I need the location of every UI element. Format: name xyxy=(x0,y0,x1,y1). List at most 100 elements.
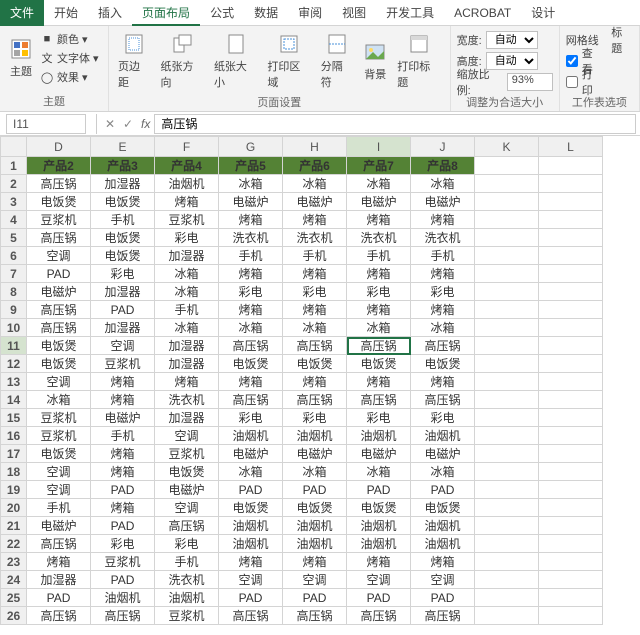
cell-K21[interactable] xyxy=(475,517,539,535)
cell-L22[interactable] xyxy=(539,535,603,553)
cell-G12[interactable]: 电饭煲 xyxy=(219,355,283,373)
row-header-1[interactable]: 1 xyxy=(1,157,27,175)
cell-L21[interactable] xyxy=(539,517,603,535)
cell-G7[interactable]: 烤箱 xyxy=(219,265,283,283)
cell-J2[interactable]: 冰箱 xyxy=(411,175,475,193)
cell-H17[interactable]: 电磁炉 xyxy=(283,445,347,463)
cell-H8[interactable]: 彩电 xyxy=(283,283,347,301)
cell-I7[interactable]: 烤箱 xyxy=(347,265,411,283)
cell-K9[interactable] xyxy=(475,301,539,319)
cell-J1[interactable]: 产品8 xyxy=(411,157,475,175)
col-header-I[interactable]: I xyxy=(347,137,411,157)
tab-home[interactable]: 开始 xyxy=(44,0,88,26)
cell-K16[interactable] xyxy=(475,427,539,445)
col-header-J[interactable]: J xyxy=(411,137,475,157)
cell-L20[interactable] xyxy=(539,499,603,517)
row-header-13[interactable]: 13 xyxy=(1,373,27,391)
cell-E14[interactable]: 烤箱 xyxy=(91,391,155,409)
cell-L18[interactable] xyxy=(539,463,603,481)
cell-I18[interactable]: 冰箱 xyxy=(347,463,411,481)
cell-F13[interactable]: 烤箱 xyxy=(155,373,219,391)
cell-E16[interactable]: 手机 xyxy=(91,427,155,445)
cell-D1[interactable]: 产品2 xyxy=(27,157,91,175)
cell-F7[interactable]: 冰箱 xyxy=(155,265,219,283)
cell-E22[interactable]: 彩电 xyxy=(91,535,155,553)
cell-K1[interactable] xyxy=(475,157,539,175)
cell-J25[interactable]: PAD xyxy=(411,589,475,607)
cell-J22[interactable]: 油烟机 xyxy=(411,535,475,553)
row-header-9[interactable]: 9 xyxy=(1,301,27,319)
themes-button[interactable]: 主题 xyxy=(6,35,36,81)
cell-I19[interactable]: PAD xyxy=(347,481,411,499)
cell-F20[interactable]: 空调 xyxy=(155,499,219,517)
row-header-2[interactable]: 2 xyxy=(1,175,27,193)
row-header-17[interactable]: 17 xyxy=(1,445,27,463)
cell-I15[interactable]: 彩电 xyxy=(347,409,411,427)
cell-K8[interactable] xyxy=(475,283,539,301)
col-header-D[interactable]: D xyxy=(27,137,91,157)
cell-J21[interactable]: 油烟机 xyxy=(411,517,475,535)
cell-G21[interactable]: 油烟机 xyxy=(219,517,283,535)
cell-F12[interactable]: 加湿器 xyxy=(155,355,219,373)
tab-insert[interactable]: 插入 xyxy=(88,0,132,26)
fx-icon[interactable]: fx xyxy=(137,117,154,131)
cell-D3[interactable]: 电饭煲 xyxy=(27,193,91,211)
row-header-12[interactable]: 12 xyxy=(1,355,27,373)
cell-J10[interactable]: 冰箱 xyxy=(411,319,475,337)
cell-D9[interactable]: 高压锅 xyxy=(27,301,91,319)
cell-E4[interactable]: 手机 xyxy=(91,211,155,229)
cell-L15[interactable] xyxy=(539,409,603,427)
cell-J23[interactable]: 烤箱 xyxy=(411,553,475,571)
cell-H24[interactable]: 空调 xyxy=(283,571,347,589)
cell-E12[interactable]: 豆浆机 xyxy=(91,355,155,373)
cell-D5[interactable]: 高压锅 xyxy=(27,229,91,247)
tab-developer[interactable]: 开发工具 xyxy=(376,0,444,26)
cell-H19[interactable]: PAD xyxy=(283,481,347,499)
cell-E25[interactable]: 油烟机 xyxy=(91,589,155,607)
cell-I25[interactable]: PAD xyxy=(347,589,411,607)
cell-K24[interactable] xyxy=(475,571,539,589)
cell-E8[interactable]: 加湿器 xyxy=(91,283,155,301)
cell-H25[interactable]: PAD xyxy=(283,589,347,607)
cell-K20[interactable] xyxy=(475,499,539,517)
cell-H4[interactable]: 烤箱 xyxy=(283,211,347,229)
cell-I17[interactable]: 电磁炉 xyxy=(347,445,411,463)
cell-I5[interactable]: 洗衣机 xyxy=(347,229,411,247)
cell-E1[interactable]: 产品3 xyxy=(91,157,155,175)
row-header-24[interactable]: 24 xyxy=(1,571,27,589)
cell-E5[interactable]: 电饭煲 xyxy=(91,229,155,247)
cell-F24[interactable]: 洗衣机 xyxy=(155,571,219,589)
cell-D18[interactable]: 空调 xyxy=(27,463,91,481)
cell-K11[interactable] xyxy=(475,337,539,355)
cell-D4[interactable]: 豆浆机 xyxy=(27,211,91,229)
cell-H1[interactable]: 产品6 xyxy=(283,157,347,175)
cell-D8[interactable]: 电磁炉 xyxy=(27,283,91,301)
tab-data[interactable]: 数据 xyxy=(244,0,288,26)
cell-G23[interactable]: 烤箱 xyxy=(219,553,283,571)
cell-I24[interactable]: 空调 xyxy=(347,571,411,589)
printtitles-button[interactable]: 打印标题 xyxy=(394,30,443,92)
name-box[interactable] xyxy=(6,114,86,134)
row-header-4[interactable]: 4 xyxy=(1,211,27,229)
width-select[interactable]: 自动 xyxy=(486,31,538,49)
cell-D12[interactable]: 电饭煲 xyxy=(27,355,91,373)
cell-G15[interactable]: 彩电 xyxy=(219,409,283,427)
cell-F9[interactable]: 手机 xyxy=(155,301,219,319)
cell-G20[interactable]: 电饭煲 xyxy=(219,499,283,517)
cell-I20[interactable]: 电饭煲 xyxy=(347,499,411,517)
row-header-6[interactable]: 6 xyxy=(1,247,27,265)
cell-K19[interactable] xyxy=(475,481,539,499)
cell-F21[interactable]: 高压锅 xyxy=(155,517,219,535)
cell-L10[interactable] xyxy=(539,319,603,337)
cell-D25[interactable]: PAD xyxy=(27,589,91,607)
tab-review[interactable]: 审阅 xyxy=(288,0,332,26)
cell-E6[interactable]: 电饭煲 xyxy=(91,247,155,265)
cell-G8[interactable]: 彩电 xyxy=(219,283,283,301)
cell-F22[interactable]: 彩电 xyxy=(155,535,219,553)
cell-I4[interactable]: 烤箱 xyxy=(347,211,411,229)
cell-J5[interactable]: 洗衣机 xyxy=(411,229,475,247)
tab-view[interactable]: 视图 xyxy=(332,0,376,26)
cell-D13[interactable]: 空调 xyxy=(27,373,91,391)
size-button[interactable]: 纸张大小 xyxy=(211,30,260,92)
cell-E26[interactable]: 高压锅 xyxy=(91,607,155,625)
